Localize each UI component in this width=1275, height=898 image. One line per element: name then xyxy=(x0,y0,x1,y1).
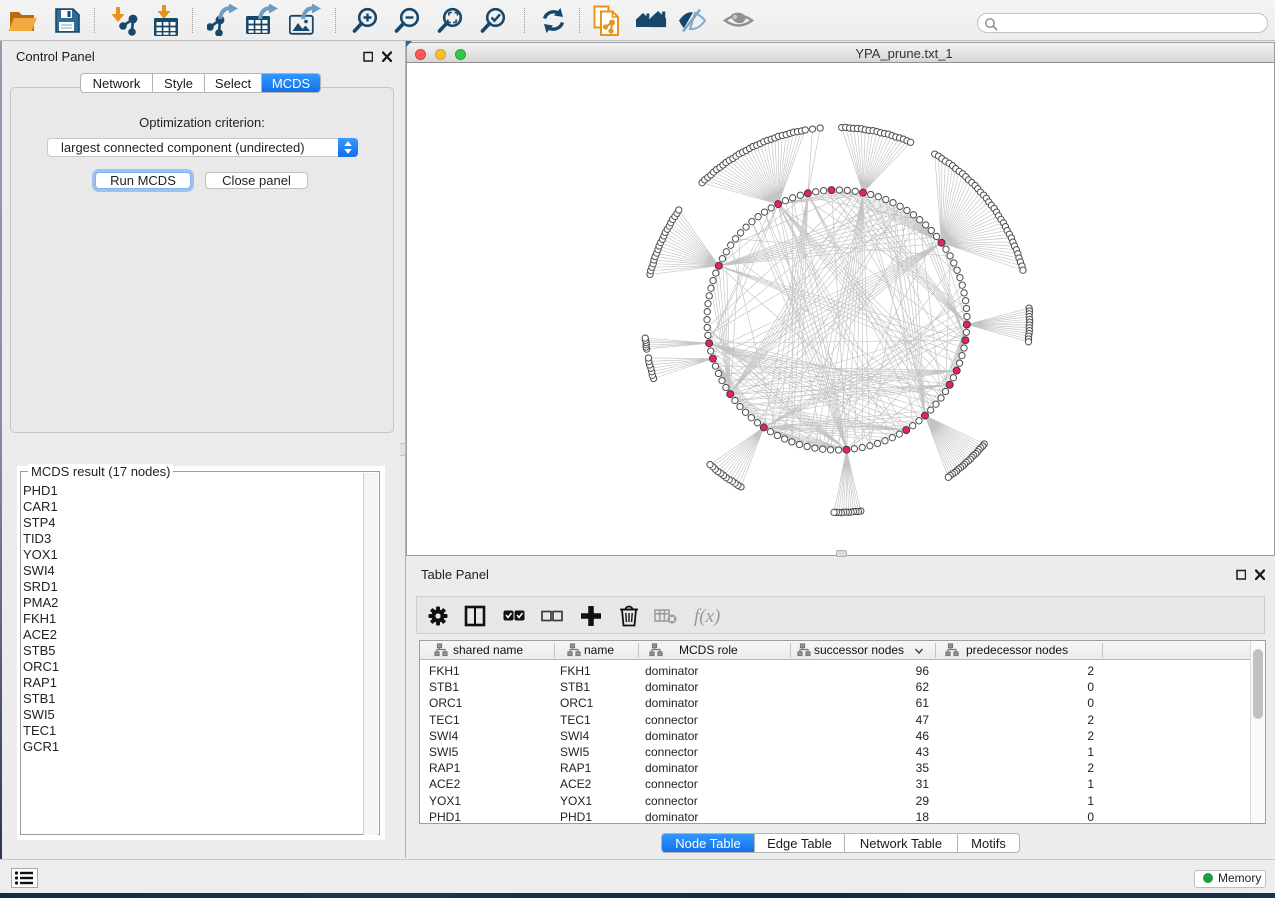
svg-text:f(x): f(x) xyxy=(694,606,720,627)
